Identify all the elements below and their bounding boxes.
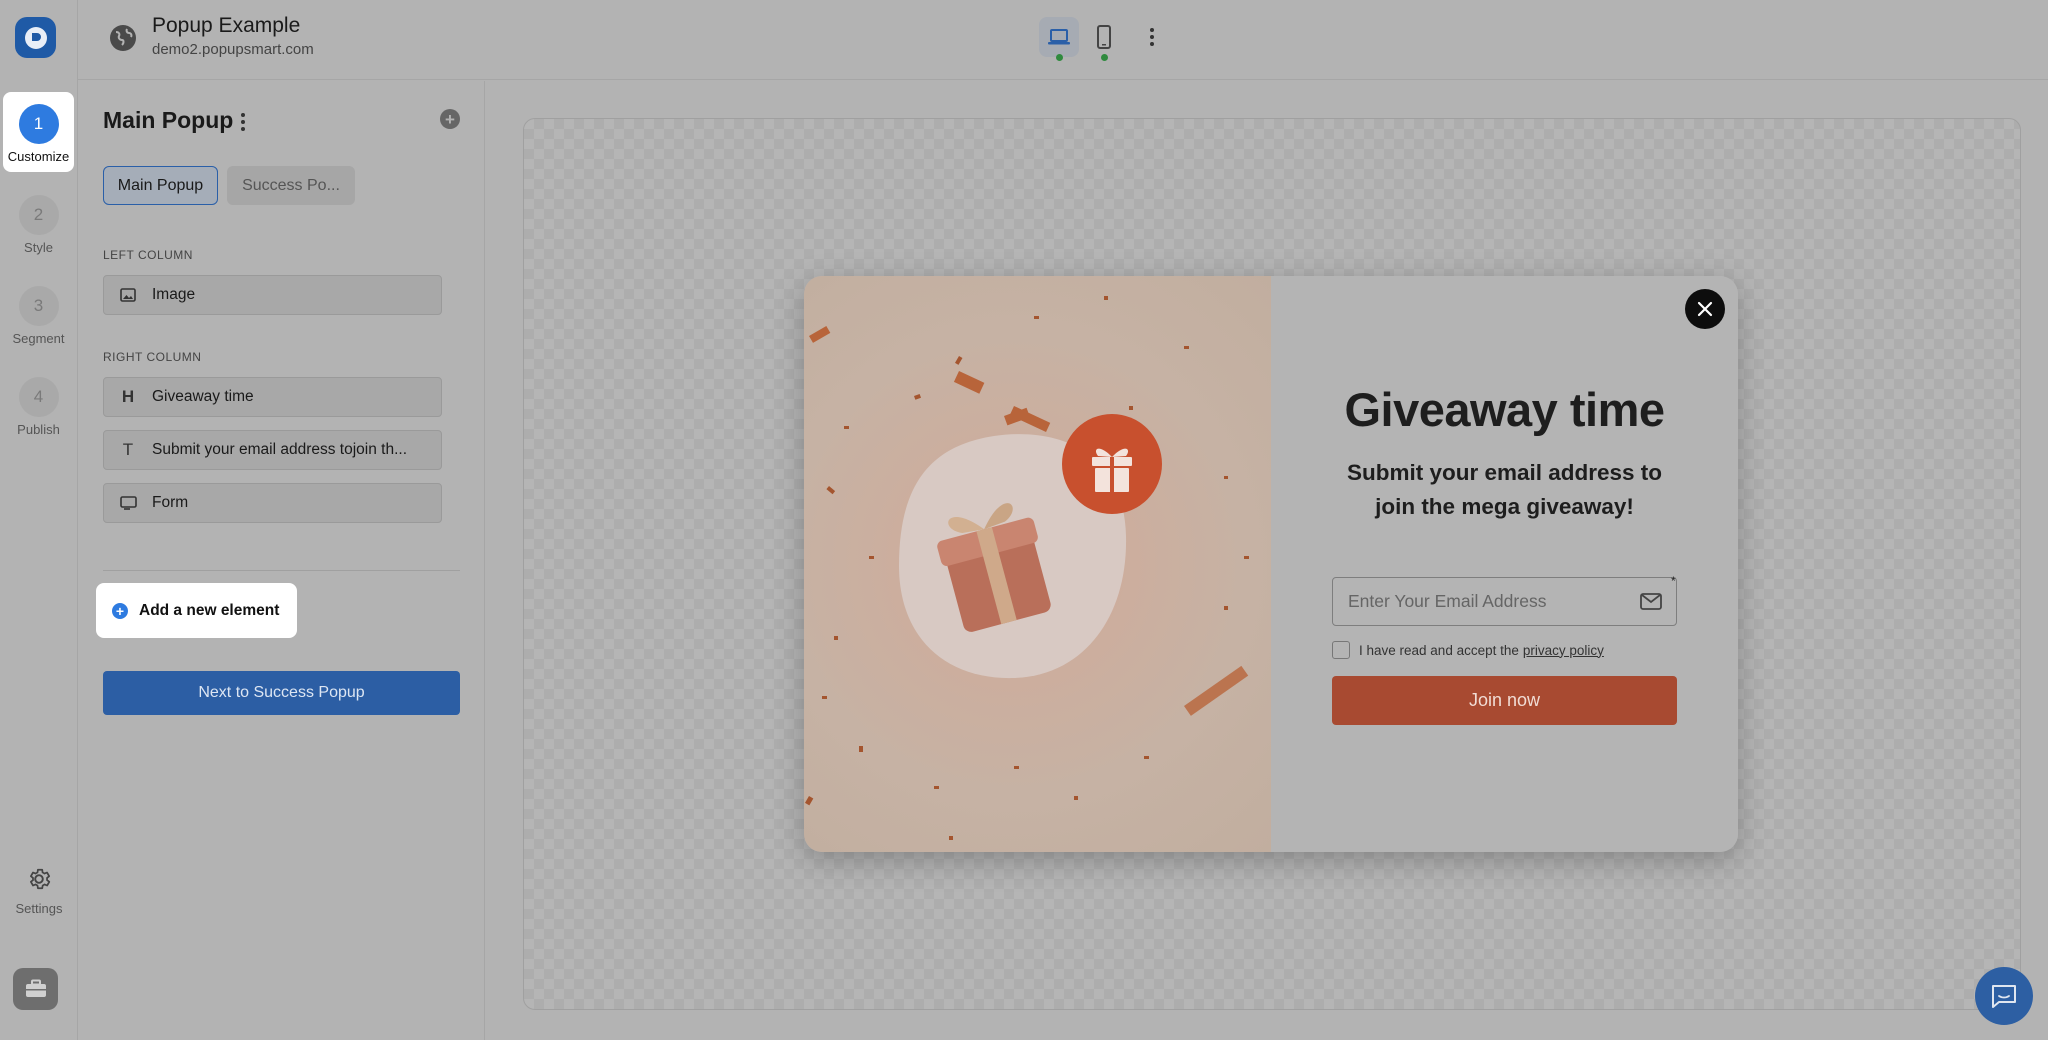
tab-main-popup[interactable]: Main Popup	[103, 166, 218, 205]
briefcase-icon	[25, 979, 46, 997]
element-label: Form	[152, 494, 189, 511]
logo-icon	[24, 26, 47, 49]
site-title: Popup Example	[152, 14, 301, 37]
app-logo[interactable]	[15, 17, 56, 58]
consent-row: I have read and accept the privacy polic…	[1332, 641, 1604, 659]
next-to-success-button[interactable]: Next to Success Popup	[103, 671, 460, 715]
chat-icon	[1992, 985, 2016, 1008]
element-label: Image	[152, 286, 196, 303]
panel-title: Main Popup	[103, 107, 234, 133]
step-segment[interactable]: 3 Segment	[3, 274, 74, 354]
element-label: Submit your email address tojoin th...	[152, 441, 408, 458]
element-heading[interactable]: H Giveaway time	[103, 377, 442, 417]
required-mark: *	[1671, 574, 1676, 588]
element-form[interactable]: Form	[103, 483, 442, 523]
element-label: Giveaway time	[152, 388, 254, 405]
popup-preview: Giveaway time Submit your email address …	[804, 276, 1738, 852]
popup-headline[interactable]: Giveaway time	[1271, 382, 1738, 437]
mobile-status-dot	[1101, 54, 1108, 61]
add-popup-icon[interactable]: +	[440, 109, 460, 129]
image-icon	[104, 288, 152, 302]
popup-image	[804, 276, 1271, 852]
globe-icon	[110, 25, 136, 51]
left-rail: 1 Customize 2 Style 3 Segment 4 Publish …	[0, 0, 78, 1040]
privacy-policy-link[interactable]: privacy policy	[1523, 643, 1604, 658]
step-number: 4	[18, 377, 59, 417]
briefcase-button[interactable]	[13, 968, 58, 1010]
mail-icon	[1640, 593, 1662, 610]
heading-icon: H	[121, 387, 135, 406]
step-style[interactable]: 2 Style	[3, 183, 74, 263]
element-image[interactable]: Image	[103, 275, 442, 315]
settings-label: Settings	[15, 901, 63, 916]
text-icon: T	[122, 440, 134, 459]
consent-checkbox[interactable]	[1332, 641, 1350, 659]
panel-options-icon[interactable]	[236, 111, 250, 133]
join-now-button[interactable]: Join now	[1332, 676, 1677, 725]
top-bar: Popup Example demo2.popupsmart.com	[78, 0, 2048, 80]
form-icon	[104, 496, 152, 510]
step-customize[interactable]: 1 Customize	[3, 92, 74, 172]
tab-success-popup[interactable]: Success Po...	[227, 166, 355, 205]
step-label: Segment	[12, 331, 65, 346]
popup-content: Giveaway time Submit your email address …	[1271, 276, 1738, 852]
close-icon	[1697, 301, 1713, 317]
phone-icon	[1097, 25, 1111, 49]
customize-panel: Main Popup + Main Popup Success Po... LE…	[79, 81, 485, 1040]
laptop-icon	[1048, 29, 1070, 45]
step-label: Publish	[17, 422, 60, 437]
close-button[interactable]	[1685, 289, 1725, 329]
desktop-status-dot	[1056, 54, 1063, 61]
email-field[interactable]: Enter Your Email Address	[1332, 577, 1677, 626]
step-label: Style	[24, 240, 53, 255]
mobile-view-button[interactable]	[1084, 17, 1124, 57]
consent-text: I have read and accept the	[1359, 642, 1519, 658]
gear-icon	[30, 868, 51, 890]
add-element-button[interactable]: + Add a new element	[96, 583, 297, 638]
email-placeholder: Enter Your Email Address	[1348, 591, 1547, 611]
step-number: 1	[18, 104, 59, 144]
site-url: demo2.popupsmart.com	[152, 41, 314, 58]
step-number: 2	[18, 195, 59, 235]
panel-divider	[103, 570, 460, 571]
desktop-view-button[interactable]	[1039, 17, 1079, 57]
step-publish[interactable]: 4 Publish	[3, 365, 74, 445]
step-label: Customize	[7, 149, 70, 164]
add-element-label: Add a new element	[139, 601, 280, 619]
settings-button[interactable]: Settings	[0, 866, 78, 916]
left-column-label: LEFT COLUMN	[103, 248, 193, 262]
plus-icon: +	[112, 602, 128, 619]
gift-illustration	[805, 296, 1249, 840]
element-text[interactable]: T Submit your email address tojoin th...	[103, 430, 442, 470]
more-options-icon[interactable]	[1142, 24, 1162, 50]
right-column-label: RIGHT COLUMN	[103, 350, 202, 364]
step-number: 3	[18, 286, 59, 326]
popup-subheading[interactable]: Submit your email address to join the me…	[1331, 456, 1678, 524]
chat-support-button[interactable]	[1975, 967, 2033, 1025]
